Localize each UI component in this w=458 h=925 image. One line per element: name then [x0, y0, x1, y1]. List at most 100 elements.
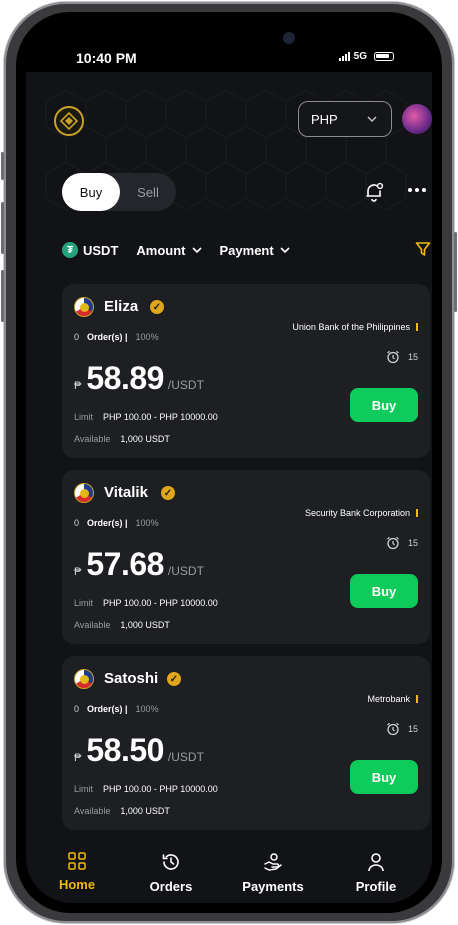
price-unit: /USDT — [167, 750, 204, 764]
phone-bezel: 10:40 PM 5G PHP Buy Sell ₮ USDT Amount P… — [16, 12, 442, 913]
amount-filter[interactable]: Amount — [136, 242, 202, 258]
limit-value: PHP 100.00 - PHP 10000.00 — [103, 412, 218, 422]
dynamic-island — [147, 22, 311, 52]
network-label: 5G — [353, 51, 367, 62]
nav-home-label: Home — [58, 877, 96, 892]
offer-card: Eliza ✓ 0 Order(s) | 100% Union Bank of … — [62, 284, 430, 458]
bank-name: Security Bank Corporation — [304, 508, 410, 518]
buy-button[interactable]: Buy — [350, 760, 418, 794]
logo-emblem-icon — [60, 112, 78, 130]
verified-badge-icon: ✓ — [167, 672, 181, 686]
price-value: 58.50 — [86, 732, 164, 768]
nav-profile-label: Profile — [355, 879, 397, 894]
verified-badge-icon: ✓ — [150, 300, 164, 314]
nav-home[interactable]: Home — [32, 852, 122, 892]
orders-count: 0 — [74, 332, 80, 342]
nav-profile[interactable]: Profile — [331, 852, 421, 894]
amount-filter-label: Amount — [136, 242, 186, 258]
payment-time-limit: 15 — [386, 536, 418, 550]
available-label: Available — [74, 620, 111, 630]
volume-down-button — [1, 270, 4, 322]
bell-icon[interactable] — [363, 181, 385, 203]
merchant-stats: 0 Order(s) | 100% — [74, 704, 159, 714]
merchant-name[interactable]: Vitalik — [104, 484, 148, 501]
payment-method-marker — [416, 695, 418, 703]
price-display: ₱ 58.89 /USDT — [74, 360, 204, 397]
payment-time-limit: 15 — [386, 350, 418, 364]
phone-frame: 10:40 PM 5G PHP Buy Sell ₮ USDT Amount P… — [1, 2, 457, 923]
peso-icon: ₱ — [74, 752, 82, 764]
merchant-name[interactable]: Satoshi — [104, 670, 158, 687]
orders-label: Order(s) | — [87, 332, 128, 342]
chevron-down-icon — [280, 247, 290, 253]
nav-orders[interactable]: Orders — [126, 852, 216, 894]
price-value: 58.89 — [86, 360, 164, 396]
buy-button[interactable]: Buy — [350, 574, 418, 608]
status-indicators: 5G — [338, 51, 394, 62]
peso-icon: ₱ — [74, 380, 82, 392]
clock-icon — [162, 854, 179, 870]
filter-funnel-icon[interactable] — [415, 241, 431, 257]
completion-rate: 100% — [135, 518, 159, 528]
available-value: 1,000 USDT — [120, 620, 170, 630]
status-time: 10:40 PM — [76, 50, 137, 66]
available-value: 1,000 USDT — [120, 434, 170, 444]
payment-method-marker — [416, 323, 418, 331]
power-button — [454, 232, 457, 312]
time-limit-value: 15 — [407, 538, 418, 548]
app-logo[interactable] — [54, 106, 84, 136]
app-screen: 10:40 PM 5G PHP Buy Sell ₮ USDT Amount P… — [26, 22, 432, 903]
chevron-down-icon — [191, 247, 202, 253]
more-options-icon[interactable] — [408, 188, 426, 192]
alarm-clock-icon — [387, 536, 399, 550]
offer-card: Satoshi ✓ 0 Order(s) | 100% Metrobank 15… — [62, 656, 430, 830]
sell-tab[interactable]: Sell — [120, 173, 176, 211]
alarm-clock-icon — [387, 350, 399, 364]
limit-label: Limit — [74, 598, 94, 608]
payment-filter[interactable]: Payment — [220, 243, 290, 258]
asset-filter[interactable]: ₮ USDT — [62, 242, 118, 258]
asset-label: USDT — [83, 242, 119, 258]
grid-icon — [68, 852, 86, 870]
orders-label: Order(s) | — [87, 518, 128, 528]
user-avatar[interactable] — [402, 104, 432, 134]
payment-method: Metrobank — [367, 694, 418, 704]
price-display: ₱ 58.50 /USDT — [74, 732, 204, 769]
signal-icon — [338, 52, 350, 61]
country-flag-icon — [74, 483, 94, 503]
merchant-name[interactable]: Eliza — [104, 298, 138, 315]
merchant-stats: 0 Order(s) | 100% — [74, 332, 159, 342]
bank-name: Metrobank — [367, 694, 410, 704]
country-flag-icon — [74, 297, 94, 317]
buy-button[interactable]: Buy — [350, 388, 418, 422]
hand-coin-icon — [264, 853, 282, 871]
payment-method: Security Bank Corporation — [305, 508, 418, 518]
currency-select[interactable]: PHP — [298, 101, 392, 137]
limit-value: PHP 100.00 - PHP 10000.00 — [103, 784, 218, 794]
bank-name: Union Bank of the Philippines — [292, 322, 410, 332]
volume-up-button — [1, 202, 4, 254]
alarm-clock-icon — [387, 722, 399, 736]
orders-label: Order(s) | — [87, 704, 128, 714]
payment-method-marker — [416, 509, 418, 517]
tether-icon: ₮ — [62, 242, 78, 258]
price-unit: /USDT — [167, 564, 204, 578]
completion-rate: 100% — [135, 332, 159, 342]
available-label: Available — [74, 434, 111, 444]
completion-rate: 100% — [135, 704, 159, 714]
chevron-down-icon — [367, 116, 377, 122]
nav-orders-label: Orders — [149, 879, 193, 894]
payment-time-limit: 15 — [386, 722, 418, 736]
merchant-stats: 0 Order(s) | 100% — [74, 518, 159, 528]
nav-payments-label: Payments — [242, 879, 304, 894]
limit-row: Limit PHP 100.00 - PHP 10000.00 — [74, 784, 218, 794]
available-value: 1,000 USDT — [120, 806, 170, 816]
mute-switch — [1, 152, 4, 180]
nav-payments[interactable]: Payments — [228, 852, 318, 894]
limit-row: Limit PHP 100.00 - PHP 10000.00 — [74, 412, 218, 422]
limit-row: Limit PHP 100.00 - PHP 10000.00 — [74, 598, 218, 608]
buy-tab[interactable]: Buy — [62, 173, 120, 211]
available-row: Available 1,000 USDT — [74, 806, 170, 816]
bottom-nav: Home Orders Payments Profile — [26, 848, 432, 903]
buy-sell-toggle: Buy Sell — [62, 173, 176, 211]
